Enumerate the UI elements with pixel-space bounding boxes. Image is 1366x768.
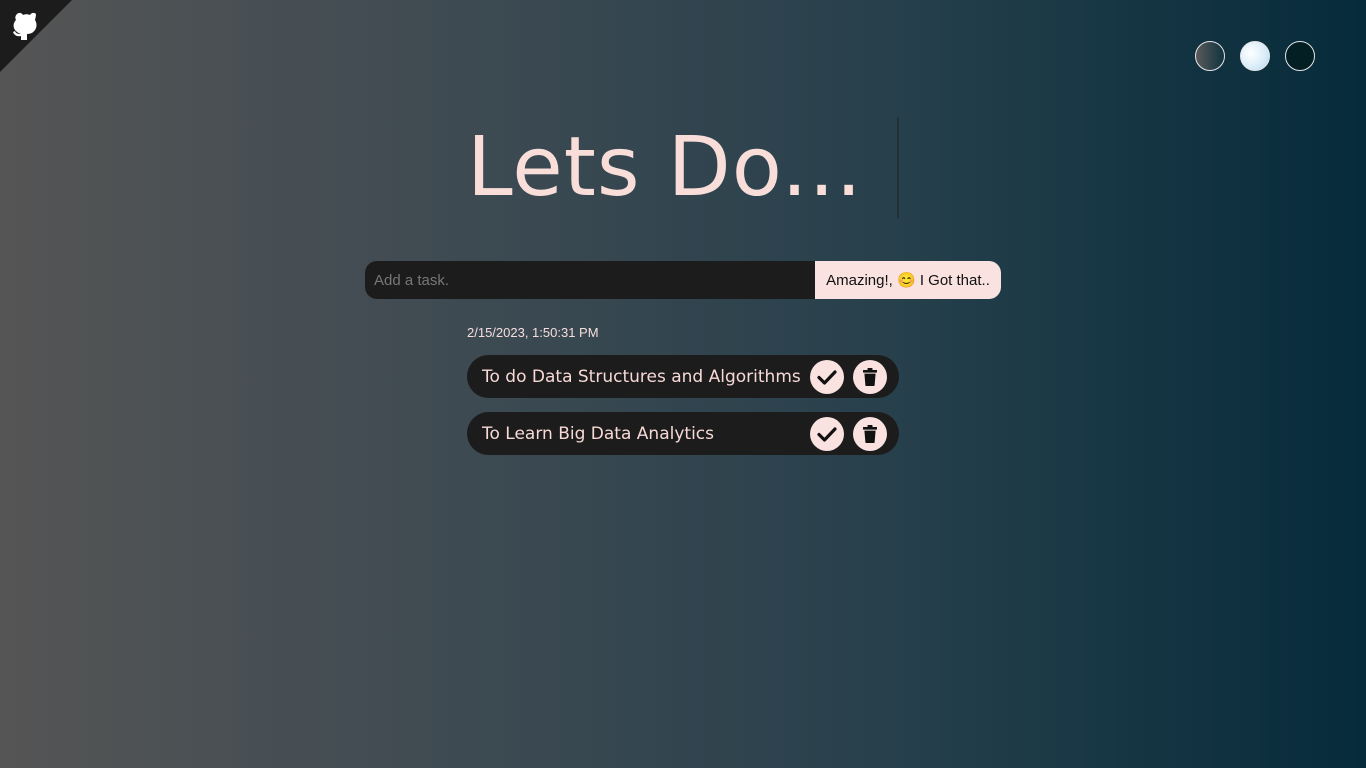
- complete-button[interactable]: [810, 359, 844, 394]
- check-icon: [817, 426, 837, 442]
- todo-item: To Learn Big Data Analytics: [467, 412, 899, 455]
- datetime-label: 2/15/2023, 1:50:31 PM: [467, 325, 599, 340]
- typing-cursor: [897, 117, 899, 218]
- theme-darker-swatch[interactable]: [1285, 41, 1315, 71]
- complete-button[interactable]: [810, 416, 844, 451]
- todo-item: To do Data Structures and Algorithms: [467, 355, 899, 398]
- check-icon: [817, 369, 837, 385]
- add-task-button[interactable]: Amazing!, 😊 I Got that..: [815, 261, 1001, 299]
- github-octocat-icon[interactable]: [8, 9, 42, 43]
- todo-form: Amazing!, 😊 I Got that..: [365, 261, 1001, 299]
- theme-standard-swatch[interactable]: [1195, 41, 1225, 71]
- delete-button[interactable]: [853, 416, 887, 451]
- todo-list: To do Data Structures and Algorithms To …: [467, 355, 899, 469]
- trash-icon: [862, 424, 878, 443]
- page-title: Lets Do...: [467, 120, 863, 215]
- theme-selector: [1195, 41, 1315, 71]
- task-input[interactable]: [365, 261, 815, 299]
- trash-icon: [862, 367, 878, 386]
- theme-light-swatch[interactable]: [1240, 41, 1270, 71]
- delete-button[interactable]: [853, 359, 887, 394]
- todo-text: To Learn Big Data Analytics: [482, 423, 714, 444]
- todo-text: To do Data Structures and Algorithms: [482, 366, 801, 387]
